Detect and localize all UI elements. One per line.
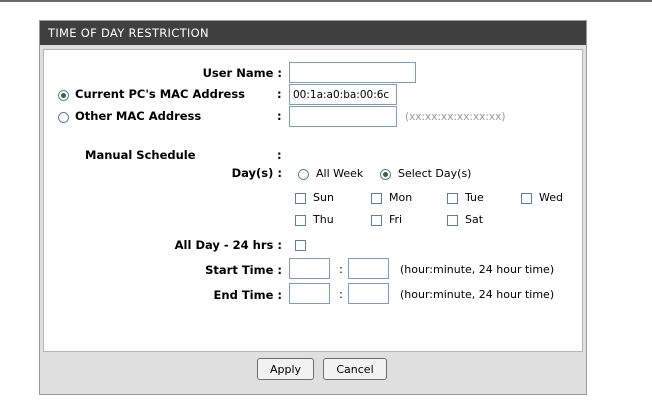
manual-schedule-label: Manual Schedule [85,148,196,162]
current-mac-label: Current PC's MAC Address [75,87,246,101]
cancel-button[interactable]: Cancel [323,358,387,380]
start-time-label: Start Time : [205,263,282,277]
end-time-label: End Time : [213,288,282,302]
time-of-day-restriction-panel: TIME OF DAY RESTRICTION User Name : Curr… [39,20,587,395]
all-day-label: All Day - 24 hrs : [174,238,282,252]
all-week-label: All Week [316,167,364,180]
tue-label: Tue [465,191,484,204]
mon-label: Mon [389,191,413,204]
all-week-radio[interactable] [298,169,309,180]
start-time-hint: (hour:minute, 24 hour time) [400,263,555,276]
select-days-label: Select Day(s) [398,167,472,180]
manual-schedule-colon: : [277,148,282,162]
thu-checkbox[interactable] [295,215,306,226]
sun-checkbox[interactable] [295,193,306,204]
fri-checkbox[interactable] [371,215,382,226]
all-day-checkbox[interactable] [295,240,306,251]
other-mac-radio[interactable] [58,112,69,123]
restriction-form: User Name : Current PC's MAC Address : O… [43,49,583,352]
mac-format-hint: (xx:xx:xx:xx:xx:xx) [405,111,506,123]
end-minute-input[interactable] [348,283,389,304]
select-days-radio[interactable] [380,169,391,180]
sat-label: Sat [465,213,484,226]
fri-label: Fri [389,213,403,226]
user-name-input[interactable] [289,62,416,83]
start-hour-input[interactable] [289,258,330,279]
mon-checkbox[interactable] [371,193,382,204]
wed-label: Wed [539,191,563,204]
end-time-hint: (hour:minute, 24 hour time) [400,288,555,301]
sat-checkbox[interactable] [447,215,458,226]
thu-label: Thu [313,213,334,226]
other-mac-input[interactable] [289,106,397,127]
tue-checkbox[interactable] [447,193,458,204]
user-name-label: User Name : [202,66,282,80]
wed-checkbox[interactable] [521,193,532,204]
other-mac-colon: : [277,109,282,123]
top-divider-line [0,0,652,2]
section-title: TIME OF DAY RESTRICTION [40,21,586,45]
other-mac-label: Other MAC Address [75,109,202,123]
start-time-separator: : [339,262,343,276]
start-minute-input[interactable] [348,258,389,279]
current-mac-radio[interactable] [58,90,69,101]
apply-button[interactable]: Apply [257,358,314,380]
end-hour-input[interactable] [289,283,330,304]
current-mac-colon: : [277,87,282,101]
days-label: Day(s) : [231,166,282,180]
sun-label: Sun [313,191,334,204]
end-time-separator: : [339,287,343,301]
current-mac-input[interactable] [289,84,397,105]
